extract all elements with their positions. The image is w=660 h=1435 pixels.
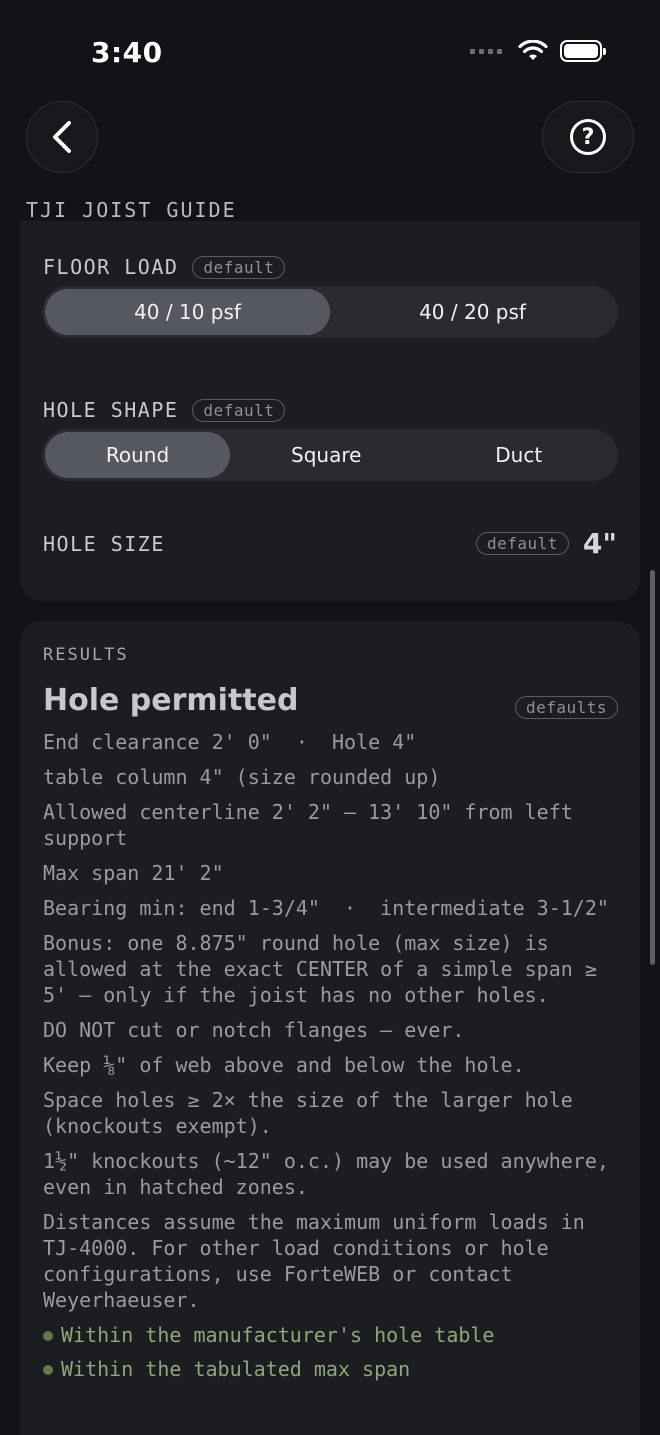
- results-card: RESULTS Hole permitted defaults End clea…: [20, 621, 640, 1435]
- check-item: Within the manufacturer's hole table: [43, 1322, 618, 1348]
- hole-shape-default-badge: default: [192, 398, 286, 422]
- result-line: Max span 21' 2": [43, 861, 224, 885]
- help-button[interactable]: ?: [542, 101, 634, 173]
- page-title: TJI JOIST GUIDE: [26, 198, 237, 222]
- hole-shape-option-square[interactable]: Square: [230, 432, 423, 478]
- result-line: Space holes ≥ 2× the size of the larger …: [43, 1088, 585, 1138]
- results-label: RESULTS: [43, 645, 129, 665]
- cellular-signal-icon: [470, 48, 502, 54]
- hole-size-label: HOLE SIZE: [43, 531, 165, 556]
- result-verdict: Hole permitted: [43, 683, 299, 718]
- hole-shape-selector: Round Square Duct: [42, 429, 618, 481]
- hole-size-default-badge: default: [475, 532, 569, 555]
- battery-icon: [560, 40, 606, 62]
- chevron-left-icon: [53, 121, 71, 153]
- floor-load-selector: 40 / 10 psf 40 / 20 psf: [42, 286, 618, 338]
- wifi-icon: [518, 40, 548, 60]
- result-line: table column 4" (size rounded up): [43, 765, 441, 789]
- result-line: DO NOT cut or notch flanges — ever.: [43, 1018, 465, 1042]
- status-indicators: [470, 40, 606, 62]
- result-line: Distances assume the maximum uniform loa…: [43, 1210, 597, 1312]
- floor-load-default-badge: default: [192, 255, 286, 279]
- scrollbar[interactable]: [650, 570, 655, 965]
- hole-size-row[interactable]: HOLE SIZE default 4": [43, 527, 617, 560]
- check-dot-icon: [43, 1365, 53, 1375]
- status-time: 3:40: [91, 36, 163, 69]
- result-line: 1½" knockouts (~12" o.c.) may be used an…: [43, 1149, 621, 1199]
- hole-shape-header: HOLE SHAPE default: [43, 398, 286, 422]
- back-button[interactable]: [26, 101, 98, 173]
- result-line: Keep ⅛" of web above and below the hole.: [43, 1053, 525, 1077]
- floor-load-header: FLOOR LOAD default: [43, 255, 286, 279]
- hole-shape-option-round[interactable]: Round: [45, 432, 230, 478]
- check-text: Within the tabulated max span: [61, 1357, 411, 1381]
- results-defaults-badge: defaults: [514, 696, 618, 719]
- result-line: Allowed centerline 2' 2" — 13' 10" from …: [43, 800, 585, 850]
- hole-shape-label: HOLE SHAPE: [43, 398, 179, 422]
- question-circle-icon: ?: [570, 119, 606, 155]
- result-line: Bearing min: end 1-3/4" · intermediate 3…: [43, 896, 609, 920]
- results-list: End clearance 2' 0" · Hole 4" table colu…: [43, 729, 618, 1390]
- check-dot-icon: [43, 1331, 53, 1341]
- result-line: Bonus: one 8.875" round hole (max size) …: [43, 931, 609, 1007]
- floor-load-option-40-20[interactable]: 40 / 20 psf: [330, 289, 615, 335]
- check-item: Within the tabulated max span: [43, 1356, 618, 1382]
- floor-load-label: FLOOR LOAD: [43, 255, 179, 279]
- check-text: Within the manufacturer's hole table: [61, 1323, 495, 1347]
- hole-shape-option-duct[interactable]: Duct: [423, 432, 616, 478]
- floor-load-option-40-10[interactable]: 40 / 10 psf: [45, 289, 330, 335]
- hole-size-value: 4": [582, 527, 617, 560]
- result-line: End clearance 2' 0" · Hole 4": [43, 730, 417, 754]
- inputs-card: FLOOR LOAD default 40 / 10 psf 40 / 20 p…: [20, 221, 640, 601]
